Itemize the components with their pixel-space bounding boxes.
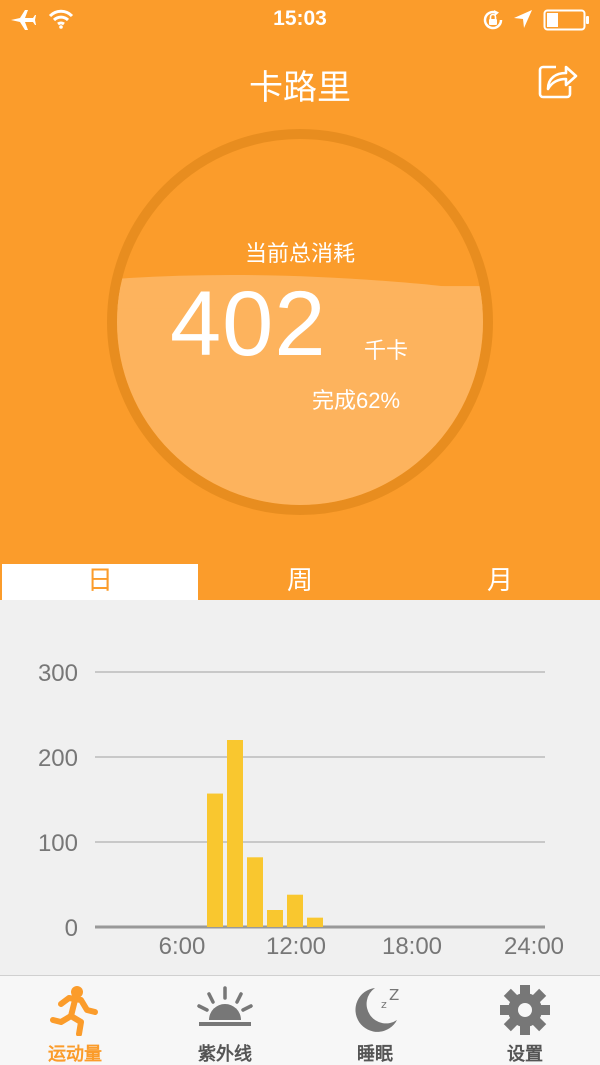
calorie-value: 402 (170, 273, 327, 375)
chart-bar (287, 894, 303, 927)
tabbar-item-settings[interactable]: 设置 (450, 976, 600, 1065)
tab-day[interactable]: 日 (0, 562, 200, 600)
tabbar-label-settings: 设置 (507, 1044, 543, 1065)
svg-text:z: z (381, 998, 387, 1011)
tabbar-item-activity[interactable]: 运动量 (0, 976, 150, 1065)
x-tick-label: 18:00 (382, 933, 442, 960)
tabbar-label-uv: 紫外线 (198, 1044, 252, 1065)
moon-icon: z Z (355, 986, 399, 1032)
svg-text:Z: Z (389, 986, 399, 1004)
chart-bar (207, 793, 223, 927)
tabbar-label-sleep: 睡眠 (357, 1044, 393, 1065)
calorie-gauge: 当前总消耗 402 千卡 完成62% (0, 0, 600, 600)
running-icon (50, 986, 98, 1036)
chart-bar (267, 910, 283, 927)
gear-icon (500, 985, 550, 1035)
calorie-bar-chart: 300 200 100 0 6:00 12:00 18:00 24:00 (0, 600, 600, 975)
period-tabs: 日 周 月 (0, 562, 600, 600)
sun-icon (197, 986, 253, 1026)
tab-week[interactable]: 周 (200, 562, 400, 600)
tabbar-item-uv[interactable]: 紫外线 (150, 976, 300, 1065)
y-tick-label: 100 (38, 830, 78, 857)
progress-text: 完成62% (312, 388, 401, 413)
chart-bar (247, 857, 263, 927)
chart-bar (307, 917, 323, 927)
x-tick-label: 12:00 (266, 933, 326, 960)
y-tick-label: 0 (65, 915, 78, 942)
x-tick-label: 6:00 (159, 933, 206, 960)
chart-bar (227, 740, 243, 927)
gauge-label: 当前总消耗 (244, 242, 355, 267)
tabbar-item-sleep[interactable]: z Z 睡眠 (300, 976, 450, 1065)
y-tick-label: 300 (38, 660, 78, 687)
y-tick-label: 200 (38, 745, 78, 772)
tabbar-label-activity: 运动量 (48, 1044, 102, 1065)
x-tick-label: 24:00 (504, 933, 564, 960)
calorie-unit: 千卡 (364, 339, 409, 364)
bottom-tab-bar: 运动量 紫外线 z Z 睡眠 设置 (0, 975, 600, 1065)
tab-month[interactable]: 月 (400, 562, 600, 600)
header-area: 15:03 卡路里 当前总消耗 402 千卡 完成62% (0, 0, 600, 600)
